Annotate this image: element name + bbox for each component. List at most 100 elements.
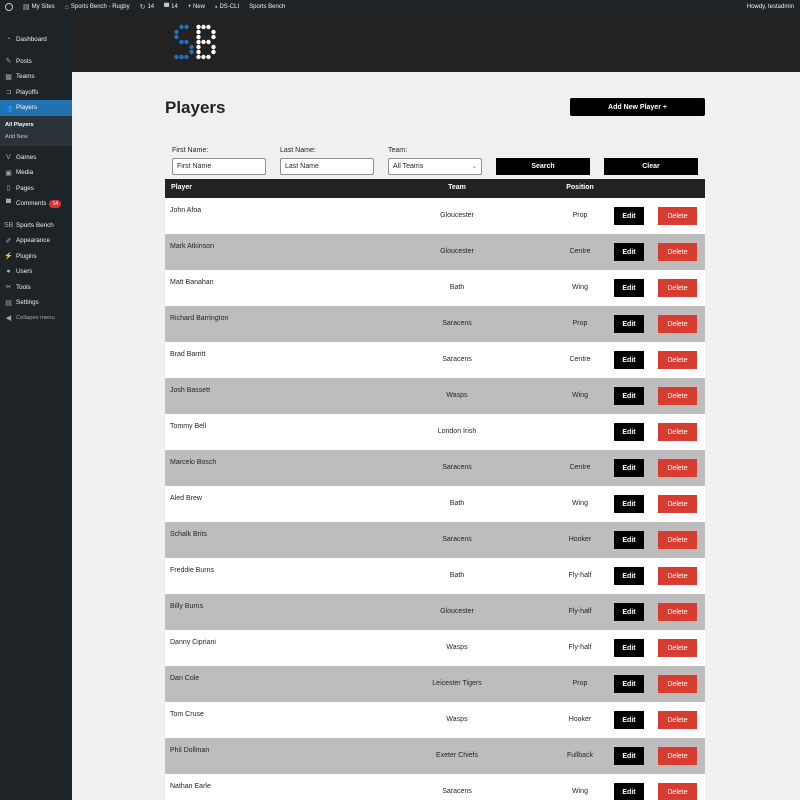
delete-button[interactable]: Delete — [658, 603, 697, 621]
search-button[interactable]: Search — [496, 158, 590, 175]
delete-button[interactable]: Delete — [658, 387, 697, 405]
delete-button[interactable]: Delete — [658, 279, 697, 297]
player-position: Wing — [572, 788, 588, 795]
players-icon: 👥 — [4, 104, 13, 112]
page-icon: ▯ — [6, 185, 11, 193]
sports-bench-menu[interactable]: Sports Bench — [244, 0, 290, 14]
delete-button[interactable]: Delete — [658, 639, 697, 657]
delete-button[interactable]: Delete — [658, 747, 697, 765]
edit-button[interactable]: Edit — [614, 747, 644, 765]
updates-menu[interactable]: ↻ 14 — [135, 0, 160, 14]
delete-button[interactable]: Delete — [658, 675, 697, 693]
delete-button[interactable]: Delete — [658, 351, 697, 369]
comments-menu[interactable]: ▀ 14 — [159, 0, 183, 14]
delete-button[interactable]: Delete — [658, 243, 697, 261]
first-name-input[interactable]: First Name — [172, 158, 266, 175]
player-position: Wing — [572, 392, 588, 399]
delete-button[interactable]: Delete — [658, 315, 697, 333]
menu-players[interactable]: 👥 Players — [0, 100, 72, 116]
player-name: Aled Brew — [170, 495, 202, 502]
team-select[interactable]: All Teams ⌄ — [388, 158, 482, 175]
menu-sports-bench[interactable]: SB Sports Bench — [0, 218, 72, 234]
logo-dot-s — [179, 24, 184, 30]
player-name: Mark Atkinson — [170, 243, 214, 250]
logo-dot-b — [196, 49, 201, 55]
delete-button[interactable]: Delete — [658, 207, 697, 225]
collapse-menu-button[interactable]: ◀ Collapse menu — [0, 311, 72, 327]
site-name-menu[interactable]: ⌂ Sports Bench - Rugby — [60, 0, 135, 14]
first-name-label: First Name: — [172, 147, 209, 154]
submenu-add-new[interactable]: Add New — [0, 131, 72, 143]
edit-button[interactable]: Edit — [614, 459, 644, 477]
table-row: Marcelo Bosch Saracens Centre Edit Delete — [165, 450, 705, 486]
edit-button[interactable]: Edit — [614, 603, 644, 621]
table-row: Brad Barritt Saracens Centre Edit Delete — [165, 342, 705, 378]
brush-icon: ✐ — [5, 237, 12, 245]
menu-playoffs[interactable]: ⊐ Playoffs — [0, 85, 72, 101]
player-name: Dan Cole — [170, 675, 200, 682]
player-name: Billy Burns — [170, 603, 204, 610]
delete-button[interactable]: Delete — [658, 495, 697, 513]
plugin-icon: ⚡ — [4, 253, 13, 261]
menu-appearance[interactable]: ✐ Appearance — [0, 233, 72, 249]
menu-settings[interactable]: ▤ Settings — [0, 295, 72, 311]
edit-button[interactable]: Edit — [614, 567, 644, 585]
player-position: Wing — [572, 500, 588, 507]
clear-button[interactable]: Clear — [604, 158, 698, 175]
edit-button[interactable]: Edit — [614, 675, 644, 693]
menu-posts[interactable]: ✎ Posts — [0, 54, 72, 70]
submenu-all-players[interactable]: All Players — [0, 119, 72, 131]
wp-logo-menu[interactable] — [0, 0, 18, 14]
delete-button[interactable]: Delete — [658, 567, 697, 585]
chevron-down-icon: ⌄ — [471, 164, 477, 170]
sites-icon: ▤ — [23, 4, 30, 11]
menu-tools[interactable]: ✂ Tools — [0, 280, 72, 296]
account-menu[interactable]: Howdy, testadmin — [742, 0, 800, 14]
logo-dot-b — [196, 24, 201, 30]
menu-teams[interactable]: ▦ Teams — [0, 69, 72, 85]
menu-dashboard[interactable]: ◔ Dashboard — [0, 32, 72, 48]
player-position: Centre — [569, 248, 591, 255]
edit-button[interactable]: Edit — [614, 351, 644, 369]
edit-button[interactable]: Edit — [614, 387, 644, 405]
player-name: Josh Bassett — [170, 387, 211, 394]
edit-button[interactable]: Edit — [614, 531, 644, 549]
add-new-player-button[interactable]: Add New Player + — [570, 98, 705, 116]
edit-button[interactable]: Edit — [614, 243, 644, 261]
logo-dot-b — [196, 44, 201, 50]
edit-button[interactable]: Edit — [614, 495, 644, 513]
player-position: Fly-half — [568, 644, 592, 651]
edit-button[interactable]: Edit — [614, 423, 644, 441]
my-sites-menu[interactable]: ▤ My Sites — [18, 0, 60, 14]
logo-dot-b — [201, 24, 206, 30]
delete-button[interactable]: Delete — [658, 459, 697, 477]
menu-plugins[interactable]: ⚡ Plugins — [0, 249, 72, 265]
logo-dot-b — [211, 34, 216, 40]
edit-button[interactable]: Edit — [614, 207, 644, 225]
edit-button[interactable]: Edit — [614, 783, 644, 800]
edit-button[interactable]: Edit — [614, 279, 644, 297]
user-icon: ● — [6, 268, 11, 276]
delete-button[interactable]: Delete — [658, 783, 697, 800]
new-content-menu[interactable]: + New — [183, 0, 210, 14]
delete-button[interactable]: Delete — [658, 531, 697, 549]
edit-button[interactable]: Edit — [614, 315, 644, 333]
delete-button[interactable]: Delete — [658, 423, 697, 441]
edit-button[interactable]: Edit — [614, 639, 644, 657]
menu-comments[interactable]: ▀ Comments 14 — [0, 196, 72, 212]
menu-media[interactable]: ▣ Media — [0, 165, 72, 181]
logo-dot-s — [174, 34, 179, 40]
menu-pages[interactable]: ▯ Pages — [0, 181, 72, 197]
edit-button[interactable]: Edit — [614, 711, 644, 729]
menu-users[interactable]: ● Users — [0, 264, 72, 280]
player-team: Saracens — [442, 356, 472, 363]
menu-games[interactable]: V Games — [0, 150, 72, 166]
player-team: Wasps — [446, 392, 468, 399]
dashboard-icon: ◔ — [6, 36, 11, 44]
ds-cli-menu[interactable]: ▪ DS-CLI — [210, 0, 244, 14]
delete-button[interactable]: Delete — [658, 711, 697, 729]
last-name-input[interactable]: Last Name — [280, 158, 374, 175]
player-position: Centre — [569, 464, 591, 471]
player-team: Leicester Tigers — [432, 680, 482, 687]
logo-dot-b — [211, 29, 216, 35]
